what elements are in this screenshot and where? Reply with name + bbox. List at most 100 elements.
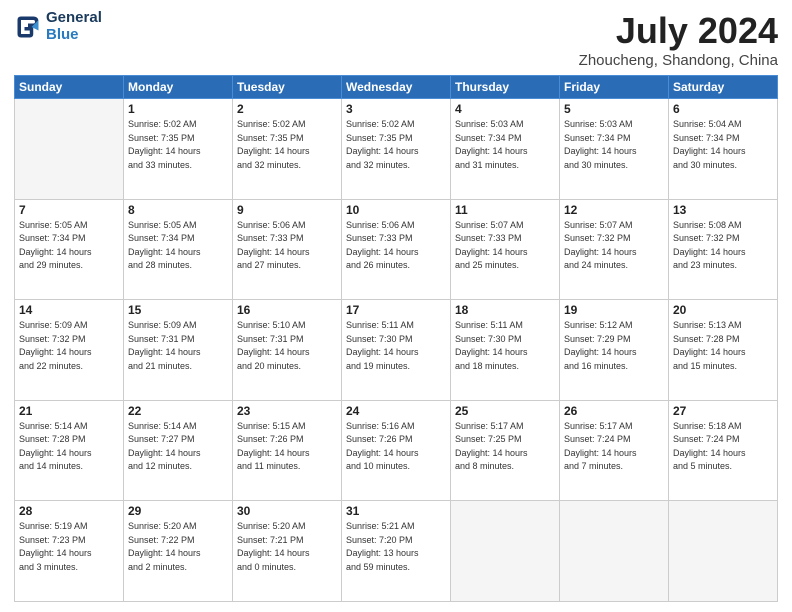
day-info: Sunrise: 5:09 AMSunset: 7:32 PMDaylight:… xyxy=(19,319,119,373)
day-info: Sunrise: 5:21 AMSunset: 7:20 PMDaylight:… xyxy=(346,520,446,574)
logo-icon xyxy=(14,13,42,41)
day-number: 6 xyxy=(673,102,773,116)
calendar-cell: 13 Sunrise: 5:08 AMSunset: 7:32 PMDayligh… xyxy=(669,199,778,300)
day-info: Sunrise: 5:11 AMSunset: 7:30 PMDaylight:… xyxy=(455,319,555,373)
day-number: 2 xyxy=(237,102,337,116)
calendar-cell: 14 Sunrise: 5:09 AMSunset: 7:32 PMDayligh… xyxy=(15,300,124,401)
calendar-cell: 27 Sunrise: 5:18 AMSunset: 7:24 PMDayligh… xyxy=(669,400,778,501)
calendar-cell xyxy=(560,501,669,602)
day-info: Sunrise: 5:16 AMSunset: 7:26 PMDaylight:… xyxy=(346,420,446,474)
calendar-cell xyxy=(451,501,560,602)
day-number: 1 xyxy=(128,102,228,116)
day-info: Sunrise: 5:09 AMSunset: 7:31 PMDaylight:… xyxy=(128,319,228,373)
day-info: Sunrise: 5:10 AMSunset: 7:31 PMDaylight:… xyxy=(237,319,337,373)
calendar-cell: 12Sunrise: 5:07 AMSunset: 7:32 PMDayligh… xyxy=(560,199,669,300)
day-number: 23 xyxy=(237,404,337,418)
day-info: Sunrise: 5:06 AMSunset: 7:33 PMDaylight:… xyxy=(237,219,337,273)
day-number: 5 xyxy=(564,102,664,116)
day-info: Sunrise: 5:02 AMSunset: 7:35 PMDaylight:… xyxy=(128,118,228,172)
day-info: Sunrise: 5:08 AMSunset: 7:32 PMDaylight:… xyxy=(673,219,773,273)
day-info: Sunrise: 5:14 AMSunset: 7:27 PMDaylight:… xyxy=(128,420,228,474)
calendar-cell: 11Sunrise: 5:07 AMSunset: 7:33 PMDayligh… xyxy=(451,199,560,300)
day-number: 7 xyxy=(19,203,119,217)
weekday-header-tuesday: Tuesday xyxy=(233,76,342,99)
calendar-cell: 24 Sunrise: 5:16 AMSunset: 7:26 PMDayligh… xyxy=(342,400,451,501)
calendar-cell: 20 Sunrise: 5:13 AMSunset: 7:28 PMDayligh… xyxy=(669,300,778,401)
day-info: Sunrise: 5:15 AMSunset: 7:26 PMDaylight:… xyxy=(237,420,337,474)
logo-text: General Blue xyxy=(46,10,102,43)
day-number: 24 xyxy=(346,404,446,418)
day-number: 31 xyxy=(346,504,446,518)
day-info: Sunrise: 5:03 AMSunset: 7:34 PMDaylight:… xyxy=(455,118,555,172)
day-info: Sunrise: 5:06 AMSunset: 7:33 PMDaylight:… xyxy=(346,219,446,273)
day-number: 10 xyxy=(346,203,446,217)
day-number: 9 xyxy=(237,203,337,217)
calendar-cell: 19 Sunrise: 5:12 AMSunset: 7:29 PMDayligh… xyxy=(560,300,669,401)
calendar-cell: 28 Sunrise: 5:19 AMSunset: 7:23 PMDayligh… xyxy=(15,501,124,602)
calendar-cell: 15 Sunrise: 5:09 AMSunset: 7:31 PMDayligh… xyxy=(124,300,233,401)
calendar-cell: 31 Sunrise: 5:21 AMSunset: 7:20 PMDayligh… xyxy=(342,501,451,602)
day-number: 13 xyxy=(673,203,773,217)
week-row-2: 7 Sunrise: 5:05 AMSunset: 7:34 PMDaylight… xyxy=(15,199,778,300)
weekday-header-thursday: Thursday xyxy=(451,76,560,99)
weekday-header-monday: Monday xyxy=(124,76,233,99)
month-title: July 2024 xyxy=(579,10,778,52)
day-info: Sunrise: 5:19 AMSunset: 7:23 PMDaylight:… xyxy=(19,520,119,574)
day-info: Sunrise: 5:02 AMSunset: 7:35 PMDaylight:… xyxy=(346,118,446,172)
day-info: Sunrise: 5:13 AMSunset: 7:28 PMDaylight:… xyxy=(673,319,773,373)
day-number: 4 xyxy=(455,102,555,116)
calendar-cell: 2Sunrise: 5:02 AMSunset: 7:35 PMDaylight… xyxy=(233,99,342,200)
day-number: 16 xyxy=(237,303,337,317)
calendar-cell: 1 Sunrise: 5:02 AMSunset: 7:35 PMDaylight… xyxy=(124,99,233,200)
day-number: 19 xyxy=(564,303,664,317)
calendar-cell: 10 Sunrise: 5:06 AMSunset: 7:33 PMDayligh… xyxy=(342,199,451,300)
day-info: Sunrise: 5:14 AMSunset: 7:28 PMDaylight:… xyxy=(19,420,119,474)
day-number: 30 xyxy=(237,504,337,518)
day-info: Sunrise: 5:12 AMSunset: 7:29 PMDaylight:… xyxy=(564,319,664,373)
day-number: 17 xyxy=(346,303,446,317)
week-row-5: 28 Sunrise: 5:19 AMSunset: 7:23 PMDayligh… xyxy=(15,501,778,602)
weekday-header-wednesday: Wednesday xyxy=(342,76,451,99)
calendar-cell: 30 Sunrise: 5:20 AMSunset: 7:21 PMDayligh… xyxy=(233,501,342,602)
day-info: Sunrise: 5:05 AMSunset: 7:34 PMDaylight:… xyxy=(19,219,119,273)
calendar-cell: 8 Sunrise: 5:05 AMSunset: 7:34 PMDaylight… xyxy=(124,199,233,300)
calendar-table: SundayMondayTuesdayWednesdayThursdayFrid… xyxy=(14,75,778,602)
calendar-cell: 7 Sunrise: 5:05 AMSunset: 7:34 PMDaylight… xyxy=(15,199,124,300)
calendar-cell: 18 Sunrise: 5:11 AMSunset: 7:30 PMDayligh… xyxy=(451,300,560,401)
week-row-4: 21 Sunrise: 5:14 AMSunset: 7:28 PMDayligh… xyxy=(15,400,778,501)
day-number: 14 xyxy=(19,303,119,317)
title-block: July 2024 Zhoucheng, Shandong, China xyxy=(579,10,778,69)
day-number: 11 xyxy=(455,203,555,217)
day-number: 25 xyxy=(455,404,555,418)
day-number: 28 xyxy=(19,504,119,518)
day-info: Sunrise: 5:04 AMSunset: 7:34 PMDaylight:… xyxy=(673,118,773,172)
day-number: 29 xyxy=(128,504,228,518)
calendar-cell: 5Sunrise: 5:03 AMSunset: 7:34 PMDaylight… xyxy=(560,99,669,200)
day-number: 8 xyxy=(128,203,228,217)
calendar-cell: 9 Sunrise: 5:06 AMSunset: 7:33 PMDaylight… xyxy=(233,199,342,300)
calendar-cell: 17Sunrise: 5:11 AMSunset: 7:30 PMDayligh… xyxy=(342,300,451,401)
location-subtitle: Zhoucheng, Shandong, China xyxy=(579,52,778,69)
calendar-cell: 23 Sunrise: 5:15 AMSunset: 7:26 PMDayligh… xyxy=(233,400,342,501)
day-number: 20 xyxy=(673,303,773,317)
day-number: 27 xyxy=(673,404,773,418)
weekday-header-sunday: Sunday xyxy=(15,76,124,99)
calendar-cell: 16 Sunrise: 5:10 AMSunset: 7:31 PMDayligh… xyxy=(233,300,342,401)
week-row-1: 1 Sunrise: 5:02 AMSunset: 7:35 PMDaylight… xyxy=(15,99,778,200)
day-info: Sunrise: 5:05 AMSunset: 7:34 PMDaylight:… xyxy=(128,219,228,273)
day-info: Sunrise: 5:18 AMSunset: 7:24 PMDaylight:… xyxy=(673,420,773,474)
day-number: 15 xyxy=(128,303,228,317)
calendar-cell: 3 Sunrise: 5:02 AMSunset: 7:35 PMDaylight… xyxy=(342,99,451,200)
calendar-cell xyxy=(15,99,124,200)
weekday-header-saturday: Saturday xyxy=(669,76,778,99)
weekday-header-friday: Friday xyxy=(560,76,669,99)
day-number: 21 xyxy=(19,404,119,418)
day-info: Sunrise: 5:20 AMSunset: 7:21 PMDaylight:… xyxy=(237,520,337,574)
calendar-cell: 22Sunrise: 5:14 AMSunset: 7:27 PMDayligh… xyxy=(124,400,233,501)
day-info: Sunrise: 5:07 AMSunset: 7:32 PMDaylight:… xyxy=(564,219,664,273)
calendar-cell: 21 Sunrise: 5:14 AMSunset: 7:28 PMDayligh… xyxy=(15,400,124,501)
day-number: 3 xyxy=(346,102,446,116)
calendar-cell: 6 Sunrise: 5:04 AMSunset: 7:34 PMDaylight… xyxy=(669,99,778,200)
day-number: 18 xyxy=(455,303,555,317)
day-info: Sunrise: 5:17 AMSunset: 7:25 PMDaylight:… xyxy=(455,420,555,474)
